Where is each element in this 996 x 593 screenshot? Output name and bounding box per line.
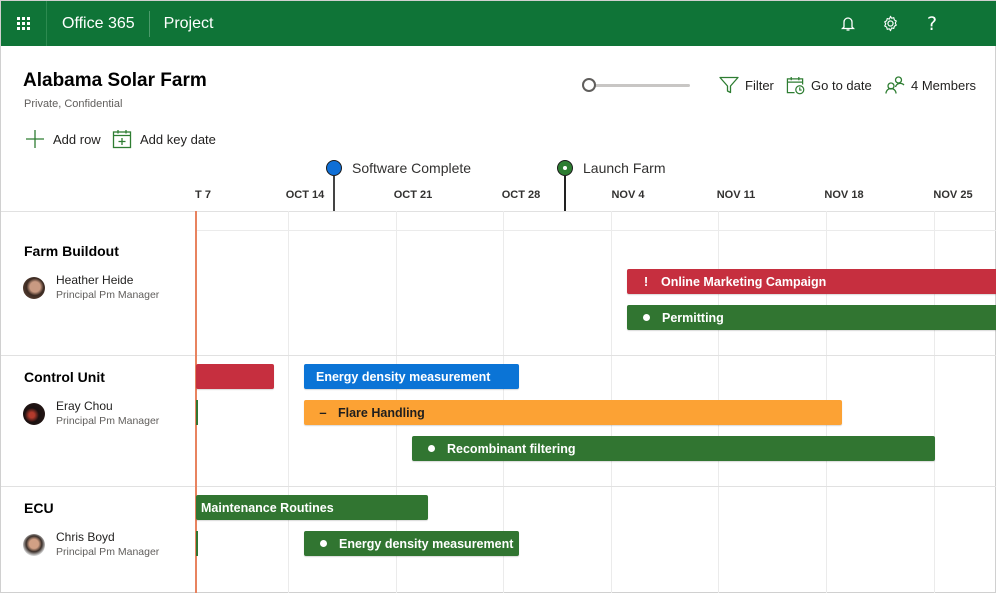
row-owner: Eray Chou Principal Pm Manager [23,399,159,428]
slider-thumb[interactable] [582,78,596,92]
owner-role: Principal Pm Manager [56,289,160,301]
waffle-icon [17,17,30,30]
owner-role: Principal Pm Manager [56,415,160,427]
project-app-link[interactable]: Project [150,15,214,33]
task-bar[interactable]: Energy density measurement [304,531,519,556]
status-dot-icon [428,445,435,452]
slider-track [588,84,690,87]
milestone-label: Launch Farm [583,160,666,176]
task-label: Flare Handling [338,405,425,420]
date-label: T 7 [195,189,211,201]
add-row-button[interactable]: Add row [25,129,101,149]
task-bar[interactable]: Energy density measurement [304,364,519,389]
app-header-bar: Office 365 Project ? [1,1,996,46]
filter-icon [719,76,739,94]
avatar [23,533,45,556]
members-label: 4 Members [911,77,977,93]
row-owner: Chris Boyd Principal Pm Manager [23,530,159,559]
milestone-stem [333,176,335,211]
row-divider [1,355,996,356]
avatar [23,276,45,299]
owner-role: Principal Pm Manager [56,546,160,558]
add-key-date-label: Add key date [140,131,216,147]
people-icon [885,76,905,94]
grid-line [288,211,289,593]
task-label: Energy density measurement [339,536,514,551]
milestone-marker-icon [326,160,342,176]
members-button[interactable]: 4 Members [885,76,976,94]
filter-button[interactable]: Filter [719,76,774,94]
office-365-link[interactable]: Office 365 [47,15,149,33]
notifications-button[interactable] [827,1,869,46]
task-label: Online Marketing Campaign [661,274,827,289]
date-label: OCT 21 [393,189,433,201]
task-bar[interactable]: – Flare Handling [304,400,842,425]
milestone-marker-icon [557,160,573,176]
owner-name: Heather Heide [56,273,134,287]
task-label: Recombinant filtering [447,441,576,456]
task-bar[interactable]: Maintenance Routines [196,495,428,520]
calendar-add-icon [112,130,132,149]
bell-icon [841,16,855,31]
help-button[interactable]: ? [911,1,953,46]
task-bar-edge[interactable] [196,400,198,425]
add-row-label: Add row [53,131,101,147]
in-progress-icon: – [319,405,327,420]
filter-label: Filter [745,77,774,93]
task-bar[interactable] [196,364,274,389]
help-icon: ? [926,12,938,35]
date-label: NOV 18 [824,189,864,201]
grid-line [196,230,996,231]
row-title[interactable]: Control Unit [24,369,105,385]
date-label: NOV 4 [611,189,645,201]
date-label: OCT 14 [285,189,325,201]
go-to-date-button[interactable]: Go to date [786,76,872,95]
avatar [23,402,45,425]
row-divider [1,486,996,487]
settings-button[interactable] [869,1,911,46]
add-key-date-button[interactable]: Add key date [112,129,216,149]
milestone-stem [564,176,566,211]
plus-icon [26,130,44,148]
task-bar[interactable]: ! Online Marketing Campaign [627,269,996,294]
milestone-launch-farm[interactable]: Launch Farm [557,160,665,176]
status-dot-icon [643,314,650,321]
owner-name: Eray Chou [56,399,113,413]
row-title[interactable]: Farm Buildout [24,243,119,259]
row-owner: Heather Heide Principal Pm Manager [23,273,159,302]
task-label: Permitting [662,310,724,325]
date-label: NOV 25 [933,189,973,201]
alert-icon: ! [643,274,649,289]
task-bar-edge[interactable] [196,531,198,556]
gear-icon [883,15,897,32]
milestone-software-complete[interactable]: Software Complete [326,160,471,176]
status-dot-icon [320,540,327,547]
milestone-label: Software Complete [352,160,472,176]
app-launcher-button[interactable] [1,1,47,46]
task-label: Energy density measurement [316,369,491,384]
task-label: Maintenance Routines [201,500,334,515]
date-label: OCT 28 [501,189,541,201]
calendar-clock-icon [786,76,805,95]
timeline-zoom-slider[interactable] [582,78,692,92]
project-subtitle: Private, Confidential [24,98,123,110]
owner-name: Chris Boyd [56,530,115,544]
go-to-date-label: Go to date [811,78,872,93]
project-title: Alabama Solar Farm [23,70,207,91]
task-bar[interactable]: Permitting [627,305,996,330]
row-title[interactable]: ECU [24,500,54,516]
task-bar[interactable]: Recombinant filtering [412,436,935,461]
date-label: NOV 11 [716,189,756,201]
